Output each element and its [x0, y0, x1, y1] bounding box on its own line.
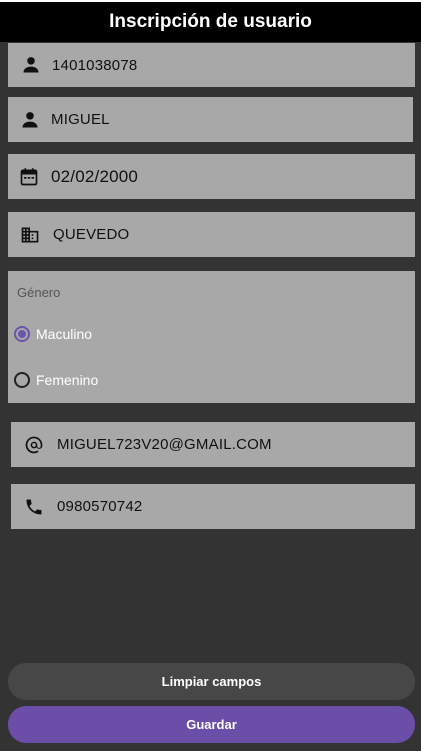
radio-masculino[interactable]: Maculino: [14, 326, 92, 342]
app-title-bar: Inscripción de usuario: [0, 0, 421, 42]
at-icon: [23, 434, 45, 456]
gender-label: Género: [17, 285, 61, 300]
radio-femenino-label: Femenino: [36, 372, 99, 388]
name-value: MIGUEL: [51, 111, 110, 128]
date-value: 02/02/2000: [51, 166, 139, 186]
clear-fields-button[interactable]: Limpiar campos: [8, 663, 415, 700]
city-value: QUEVEDO: [53, 226, 130, 243]
person-icon: [20, 54, 42, 76]
save-button[interactable]: Guardar: [8, 706, 415, 743]
gender-group: Género Maculino Femenino: [8, 271, 415, 403]
radio-checked-icon[interactable]: [14, 326, 30, 342]
date-field[interactable]: 02/02/2000: [8, 154, 415, 199]
city-field[interactable]: QUEVEDO: [8, 212, 415, 257]
cedula-value: 1401038078: [52, 56, 138, 74]
name-field[interactable]: MIGUEL: [8, 97, 413, 142]
phone-field[interactable]: 0980570742: [11, 484, 415, 529]
radio-masculino-label: Maculino: [36, 326, 93, 342]
calendar-icon: [18, 166, 40, 188]
radio-unchecked-icon[interactable]: [14, 372, 30, 388]
phone-icon: [23, 496, 45, 518]
cedula-field[interactable]: 1401038078: [8, 43, 415, 87]
radio-femenino[interactable]: Femenino: [14, 372, 98, 388]
person-icon: [19, 109, 41, 131]
email-field[interactable]: MIGUEL723V20@GMAIL.COM: [11, 422, 415, 467]
building-icon: [19, 224, 41, 246]
page-title: Inscripción de usuario: [109, 11, 312, 32]
phone-value: 0980570742: [57, 498, 143, 515]
email-value: MIGUEL723V20@GMAIL.COM: [57, 436, 272, 453]
